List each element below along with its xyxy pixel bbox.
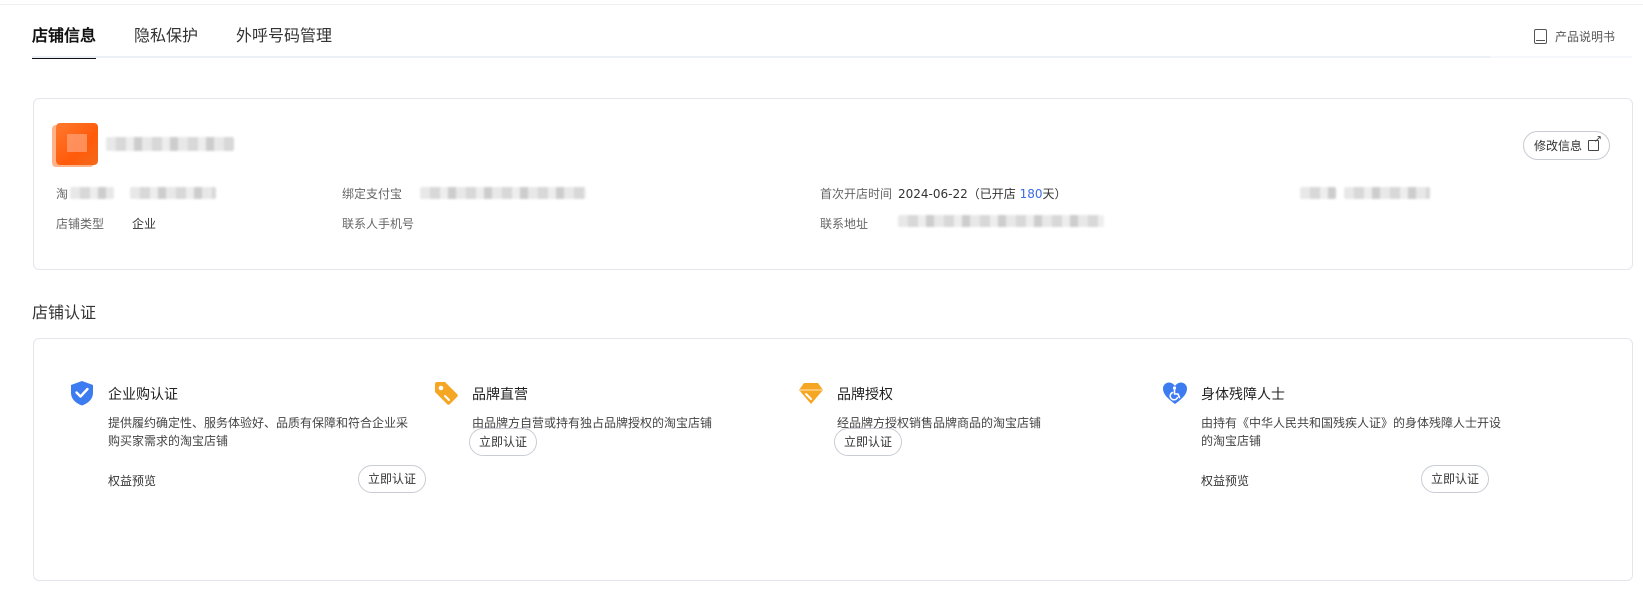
tab-outbound-number[interactable]: 外呼号码管理 <box>236 24 332 59</box>
contact-address-label: 联系地址 <box>820 217 869 231</box>
rights-preview-link[interactable]: 权益预览 <box>108 472 156 489</box>
shop-type-value: 企业 <box>132 217 157 231</box>
tab-shop-info[interactable]: 店铺信息 <box>32 24 97 59</box>
tab-underline-fade <box>1490 56 1632 58</box>
tab-underline <box>32 56 1632 58</box>
shield-check-icon <box>71 381 93 406</box>
open-time-value: 2024-06-22（已开店 180天） <box>898 185 1066 202</box>
open-days-count: 180 <box>1019 187 1043 201</box>
shop-logo <box>56 123 98 165</box>
certify-now-button[interactable]: 立即认证 <box>834 428 903 456</box>
tab-privacy[interactable]: 隐私保护 <box>134 24 198 59</box>
cert-description: 由持有《中华人民共和国残疾人证》的身体残障人士开设的淘宝店铺 <box>1201 416 1502 448</box>
tag-icon <box>435 382 458 405</box>
certification-section-title: 店铺认证 <box>32 303 97 322</box>
taobao-account-redacted <box>130 187 216 199</box>
cert-name: 品牌授权 <box>837 387 893 403</box>
open-days-suffix: 天） <box>1042 187 1067 201</box>
extra-field-label-redacted <box>1300 187 1336 199</box>
edit-info-button[interactable]: 修改信息 <box>1522 131 1610 160</box>
certify-now-button[interactable]: 立即认证 <box>358 465 427 493</box>
contact-address-redacted <box>898 215 1104 227</box>
shop-type-label: 店铺类型 <box>56 217 105 231</box>
open-time-label: 首次开店时间 <box>820 187 893 201</box>
certify-now-button[interactable]: 立即认证 <box>1421 465 1490 493</box>
cert-name: 身体残障人士 <box>1201 387 1285 403</box>
shop-info-card: 修改信息 淘 绑定支付宝 首次开店时间 2024-06-22（已开店 180天）… <box>33 98 1633 270</box>
extra-field-value-redacted <box>1344 187 1430 199</box>
product-manual-link[interactable]: 产品说明书 <box>1533 28 1615 45</box>
cert-item-enterprise: 企业购认证 提供履约确定性、服务体验好、品质有保障和符合企业采购买家需求的淘宝店… <box>68 339 427 582</box>
rights-preview-link[interactable]: 权益预览 <box>1201 472 1249 489</box>
open-date-text: 2024-06-22（已开店 <box>898 187 1020 201</box>
diamond-icon <box>799 383 823 404</box>
alipay-account-redacted <box>420 187 586 199</box>
book-icon <box>1533 29 1547 44</box>
bind-alipay-label: 绑定支付宝 <box>342 187 403 201</box>
heart-accessibility-icon <box>1163 382 1187 404</box>
taobao-account-label: 淘 <box>56 187 69 201</box>
taobao-label-redacted <box>70 187 114 199</box>
product-manual-label: 产品说明书 <box>1554 30 1615 44</box>
contact-phone-label: 联系人手机号 <box>342 217 415 231</box>
cert-item-disability: 身体残障人士 由持有《中华人民共和国残疾人证》的身体残障人士开设的淘宝店铺 权益… <box>1161 339 1501 582</box>
external-link-icon <box>1588 135 1602 151</box>
shop-name-redacted <box>106 137 234 151</box>
cert-name: 企业购认证 <box>108 387 178 403</box>
certification-card: 企业购认证 提供履约确定性、服务体验好、品质有保障和符合企业采购买家需求的淘宝店… <box>33 338 1633 581</box>
cert-name: 品牌直营 <box>472 387 528 403</box>
cert-description: 提供履约确定性、服务体验好、品质有保障和符合企业采购买家需求的淘宝店铺 <box>108 416 409 448</box>
top-divider <box>0 4 1643 5</box>
certify-now-button[interactable]: 立即认证 <box>469 428 538 456</box>
edit-info-label: 修改信息 <box>1533 139 1582 153</box>
cert-item-brand-direct: 品牌直营 由品牌方自营或持有独占品牌授权的淘宝店铺 立即认证 <box>432 339 772 582</box>
tab-bar: 店铺信息 隐私保护 外呼号码管理 <box>32 24 370 59</box>
cert-item-brand-authorized: 品牌授权 经品牌方授权销售品牌商品的淘宝店铺 立即认证 <box>797 339 1137 582</box>
